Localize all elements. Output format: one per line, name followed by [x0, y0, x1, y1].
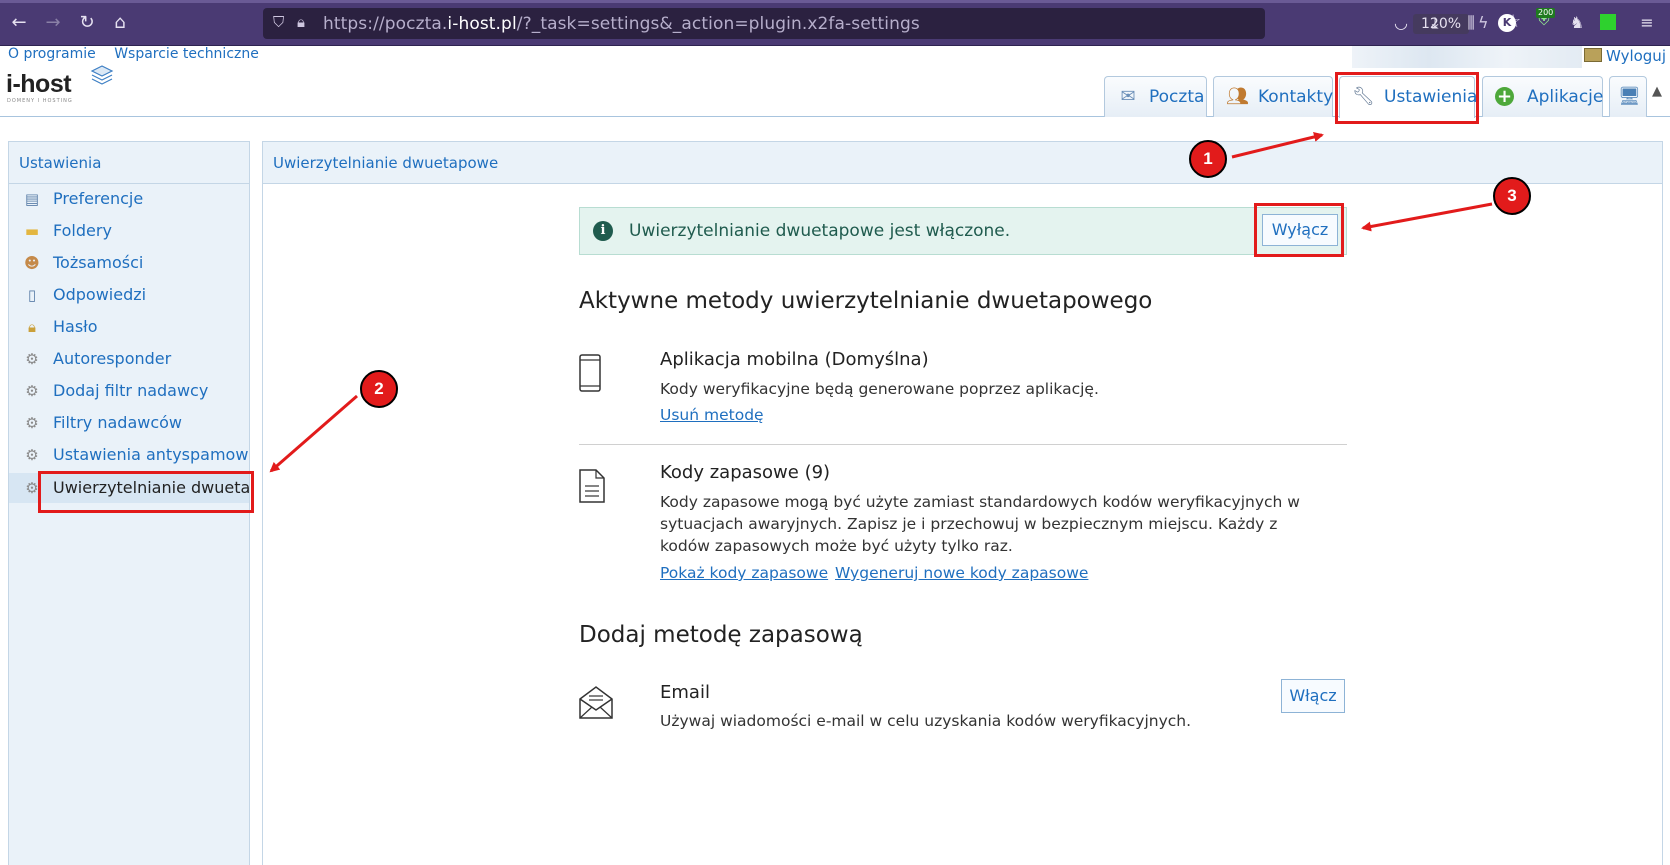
annotation-arrows — [269, 132, 1493, 473]
annotation-marker-2: 2 — [360, 370, 398, 408]
annotation-marker-1: 1 — [1189, 140, 1227, 178]
annotation-marker-3: 3 — [1493, 177, 1531, 215]
